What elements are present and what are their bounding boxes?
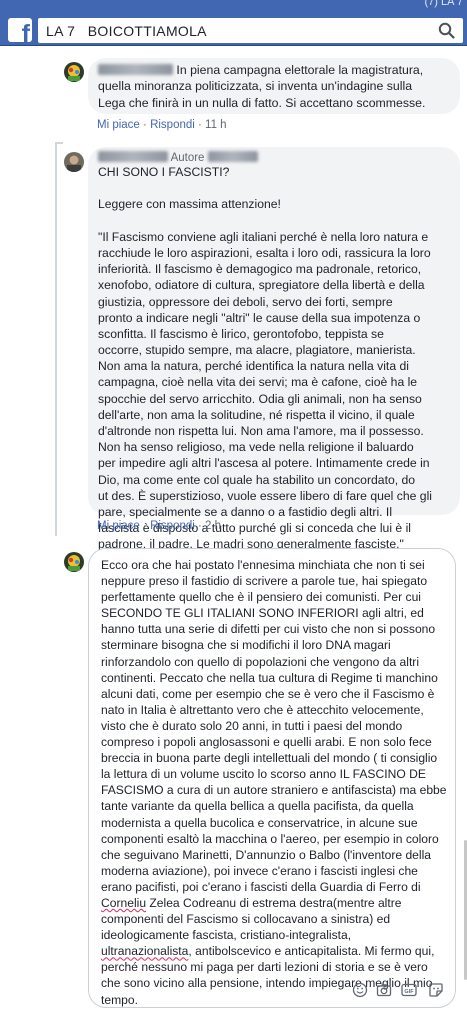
- avatar[interactable]: [64, 552, 84, 572]
- reply-text-line: tante variante da quella bellica a quell…: [101, 799, 414, 814]
- top-bar: (7) LA 7 f: [0, 0, 467, 46]
- reply-text-line: ultranazionalista, antibolscevico e anti…: [101, 944, 435, 959]
- comment-text-line: per impedire agli altri l'ascesa al pote…: [98, 456, 430, 471]
- comment-text-line: CHI SONO I FASCISTI?: [98, 165, 230, 179]
- reply-text-line: ideologicamente fascista, cristiano-inte…: [101, 928, 352, 943]
- reply-text-line: componenti del Fascismo si collocavano a…: [101, 912, 391, 927]
- comment-text-line: Non ama la natura, perché identifica la …: [98, 359, 409, 374]
- comment-text-line: Lega che finirà in un nulla di fatto. Si…: [98, 95, 426, 110]
- comment-text-line: d'altronde non rispetta lui. Non ama l'a…: [98, 424, 424, 438]
- reply-text-line: compreso i popoli anglosassoni e quelli …: [101, 735, 432, 750]
- comment-text-line: "Il Fascismo conviene agli italiani perc…: [98, 229, 429, 244]
- comment-text-line: sconfitta. Il fascismo è lirico, geronto…: [98, 326, 384, 341]
- comment-text-line: Leggere con massima attenzione!: [98, 197, 281, 212]
- comment-text-line: pare, specialmente se a danno o a fastid…: [98, 504, 393, 519]
- reply-text-line: erano pacifisti, poi c'erano i fascisti …: [101, 879, 421, 894]
- reply-thread-line: [55, 142, 57, 536]
- reply-text-line: alcuni dati, come per esempio che se è v…: [101, 686, 435, 701]
- reply-text[interactable]: Ecco ora che hai postato l'ennesima minc…: [101, 557, 447, 1008]
- spellcheck-word[interactable]: ultranazionalista: [101, 944, 188, 958]
- reply-text-line: Corneliu Zelea Codreanu di estrema destr…: [101, 895, 402, 910]
- comment-text-line: giustizia, oppressore dei deboli, servo …: [98, 294, 393, 309]
- reply-text-line: nato in Italia è altrettanto vero che è …: [101, 702, 424, 717]
- reply-compose-box[interactable]: Ecco ora che hai postato l'ennesima minc…: [88, 548, 456, 1008]
- comment-text-line: ut des. È superstizioso, vuole essere li…: [98, 488, 432, 503]
- comment-text-line: inferiorità. Il fascismo è demagogico ma…: [98, 262, 422, 277]
- reply-thread-elbow: [55, 142, 63, 144]
- camera-icon[interactable]: [376, 982, 392, 998]
- svg-text:GIF: GIF: [404, 989, 414, 995]
- dot-separator: ·: [143, 119, 151, 131]
- search-box[interactable]: [38, 18, 463, 43]
- notification-tab-text[interactable]: (7) LA 7: [424, 0, 463, 8]
- comment-text-line: dell'arte, non ama la solitudine, né ris…: [98, 407, 415, 422]
- like-link[interactable]: Mi piace: [97, 119, 140, 131]
- reply-text-line: rinforzandolo con quello di popolazioni …: [101, 654, 420, 669]
- comment-bubble: Autore CHI SONO I FASCISTI? Leggere con m…: [88, 147, 460, 551]
- comment-author-name[interactable]: [98, 151, 168, 162]
- reply-text-line: SECONDO TE GLI ITALIANI SONO INFERIORI a…: [101, 606, 424, 621]
- comment-text-line: campagna, cioè nella vita dei servi; ma …: [98, 375, 418, 390]
- comment-text-line: pronto a indicare negli "altri" le cause…: [98, 310, 421, 325]
- gif-icon[interactable]: GIF: [401, 982, 417, 998]
- dot-separator: ·: [198, 119, 206, 131]
- comment-text-line: Non ha senso religioso, ma vede nella re…: [98, 440, 414, 455]
- facebook-logo-icon[interactable]: f: [8, 18, 32, 42]
- comment-text-line: occorre, stupido sempre, ma alacre, plag…: [98, 343, 416, 358]
- comment-body: CHI SONO I FASCISTI? Leggere con massima …: [98, 164, 454, 553]
- reply-text-line: modernista a quella bucolica e conservat…: [101, 815, 418, 830]
- reply-text-line: visto che è durato solo 20 anni, in tutt…: [101, 718, 403, 733]
- spellcheck-word[interactable]: Corneliu: [101, 896, 146, 910]
- comment-actions: Mi piace · Rispondi · 11 h: [97, 119, 227, 131]
- reply-text-line: Ecco ora che hai postato l'ennesima minc…: [101, 558, 425, 572]
- comment-bubble: In piena campagna elettorale la magistra…: [88, 58, 460, 114]
- comment-header: Autore: [98, 151, 258, 164]
- comment-author-name-extra: [207, 151, 258, 162]
- comment-text-line: quella minoranza politicizzata, si inven…: [98, 79, 413, 94]
- comment-text-line: Dio, ma come ente col quale ha stabilito…: [98, 472, 416, 487]
- comment-time[interactable]: 2 h: [205, 520, 221, 532]
- reply-text-line: sterminare bisogna che si modifichi il l…: [101, 638, 391, 653]
- reply-text-line: la lettura di un volume uscito lo scorso…: [101, 767, 426, 782]
- comment-actions: Mi piace · Rispondi · 2 h: [97, 520, 221, 532]
- reply-link[interactable]: Rispondi: [150, 520, 195, 532]
- reply-text-line: FASCISMO a cura di un autore straniero e…: [101, 783, 447, 798]
- comment-time[interactable]: 11 h: [205, 119, 227, 131]
- comment-text-line: In piena campagna elettorale la magistra…: [176, 63, 424, 77]
- emoji-icon[interactable]: [352, 982, 368, 998]
- comment-author-name[interactable]: [98, 64, 173, 75]
- search-input[interactable]: [46, 20, 426, 41]
- reply-text-line: continenti. Peccato che nella tua cultur…: [101, 670, 438, 685]
- reply-text-line: che sono vicino alla pensione, intendo i…: [101, 976, 433, 991]
- comment-text-line: [98, 180, 454, 196]
- comment-text-line: xenofobo, odiatore di cultura, spregiato…: [98, 278, 425, 293]
- avatar[interactable]: [64, 62, 84, 82]
- avatar[interactable]: [64, 152, 84, 172]
- reply-text-line: hanno tutta una serie di difetti per cui…: [101, 622, 436, 637]
- reply-text-line: perché nessuno mi paga per darti lezioni…: [101, 960, 428, 975]
- comment-text-line: spocchie del servo arricchito. Odia gli …: [98, 391, 422, 406]
- reply-text-line: perfettamente quello che è il pensiero d…: [101, 590, 421, 605]
- reply-text-line: neppure preso il fastidio di scrivere a …: [101, 574, 428, 589]
- like-link[interactable]: Mi piace: [97, 520, 140, 532]
- reply-text-line: componenti esaltò la macchina o l'aereo,…: [101, 831, 439, 846]
- comment-text-line: [98, 213, 454, 229]
- reply-text-line: tempo.: [101, 992, 138, 1007]
- reply-link[interactable]: Rispondi: [150, 119, 195, 131]
- dot-separator: ·: [143, 520, 151, 532]
- sticker-icon[interactable]: [428, 982, 444, 998]
- dot-separator: ·: [198, 520, 206, 532]
- search-icon[interactable]: [438, 22, 455, 39]
- reply-text-line: che seguivano Marinetti, D'annunzio o Ba…: [101, 847, 432, 862]
- reply-text-line: breccia in buona parte degli intellettua…: [101, 751, 438, 766]
- author-badge: Autore: [170, 152, 205, 164]
- comment-text-line: racchiude le loro aspirazioni, esalta i …: [98, 245, 431, 260]
- reply-text-line: moderna aviazione), poi invece c'erano i…: [101, 863, 418, 878]
